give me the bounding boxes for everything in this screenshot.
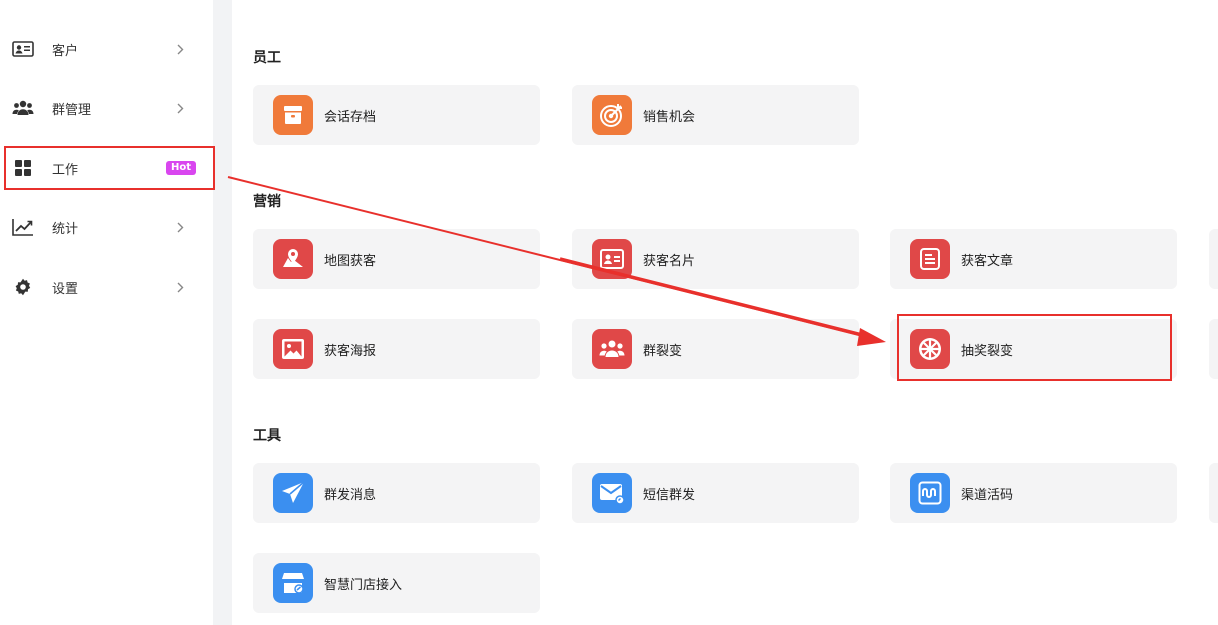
group-fission-icon — [592, 329, 632, 369]
chevron-right-icon — [175, 101, 185, 115]
section-title-marketing: 营销 — [253, 194, 281, 210]
sidebar-item-label: 设置 — [52, 281, 79, 297]
card-sales-opportunity[interactable]: 销售机会 — [572, 85, 859, 145]
card-business-card[interactable]: 获客名片 — [572, 229, 859, 289]
sidebar-item-label: 工作 — [52, 162, 79, 178]
card-poster[interactable]: 获客海报 — [253, 319, 540, 379]
card-label: 会话存档 — [324, 109, 377, 125]
qr-code-icon — [910, 473, 950, 513]
target-icon — [592, 95, 632, 135]
card-label: 获客名片 — [643, 253, 696, 269]
card-sms-broadcast[interactable]: 短信群发 — [572, 463, 859, 523]
card-label: 销售机会 — [643, 109, 696, 125]
trend-chart-icon — [12, 216, 34, 238]
sidebar-item-customers[interactable]: 客户 — [0, 29, 213, 69]
hot-badge: Hot — [166, 161, 197, 175]
main-content: 员工 会话存档 销售机会 营销 地图获客 获客名片 获客文章 获客海报 群裂变 … — [232, 0, 1218, 625]
card-label: 智慧门店接入 — [324, 577, 403, 593]
group-users-icon — [12, 97, 34, 119]
poster-image-icon — [273, 329, 313, 369]
clipped-card — [1209, 319, 1218, 379]
clipped-card — [1209, 463, 1218, 523]
card-label: 群裂变 — [643, 343, 683, 359]
card-mass-message[interactable]: 群发消息 — [253, 463, 540, 523]
business-card-icon — [592, 239, 632, 279]
sidebar-item-work[interactable]: 工作 Hot — [4, 146, 215, 190]
card-map-acquisition[interactable]: 地图获客 — [253, 229, 540, 289]
paper-plane-icon — [273, 473, 313, 513]
map-pin-icon — [273, 239, 313, 279]
card-lottery-fission[interactable]: 抽奖裂变 — [890, 319, 1177, 379]
sidebar-item-group-management[interactable]: 群管理 — [0, 88, 213, 128]
contact-card-icon — [12, 38, 34, 60]
app-root: 客户 群管理 工作 Hot 统计 设置 员工 会话存档 销售机会 营销 地图获客… — [0, 0, 1218, 625]
chevron-right-icon — [175, 280, 185, 294]
card-label: 获客文章 — [961, 253, 1014, 269]
card-label: 获客海报 — [324, 343, 377, 359]
sidebar-item-label: 客户 — [52, 43, 79, 59]
grid-apps-icon — [12, 157, 34, 179]
archive-box-icon — [273, 95, 313, 135]
card-label: 地图获客 — [324, 253, 377, 269]
card-label: 短信群发 — [643, 487, 696, 503]
sidebar: 客户 群管理 工作 Hot 统计 设置 — [0, 0, 215, 625]
card-session-archive[interactable]: 会话存档 — [253, 85, 540, 145]
card-smart-store[interactable]: 智慧门店接入 — [253, 553, 540, 613]
section-title-tools: 工具 — [253, 428, 281, 444]
card-group-fission[interactable]: 群裂变 — [572, 319, 859, 379]
card-channel-qr-code[interactable]: 渠道活码 — [890, 463, 1177, 523]
gear-icon — [12, 276, 34, 298]
chevron-right-icon — [175, 42, 185, 56]
lottery-wheel-icon — [910, 329, 950, 369]
sidebar-item-settings[interactable]: 设置 — [0, 267, 213, 307]
store-icon — [273, 563, 313, 603]
clipped-card — [1209, 229, 1218, 289]
chevron-right-icon — [175, 220, 185, 234]
card-label: 抽奖裂变 — [961, 343, 1014, 359]
sidebar-item-label: 群管理 — [52, 102, 92, 118]
card-article[interactable]: 获客文章 — [890, 229, 1177, 289]
card-label: 渠道活码 — [961, 487, 1014, 503]
card-label: 群发消息 — [324, 487, 377, 503]
article-icon — [910, 239, 950, 279]
section-title-staff: 员工 — [253, 50, 281, 66]
mail-icon — [592, 473, 632, 513]
sidebar-item-label: 统计 — [52, 221, 79, 237]
sidebar-item-statistics[interactable]: 统计 — [0, 207, 213, 247]
